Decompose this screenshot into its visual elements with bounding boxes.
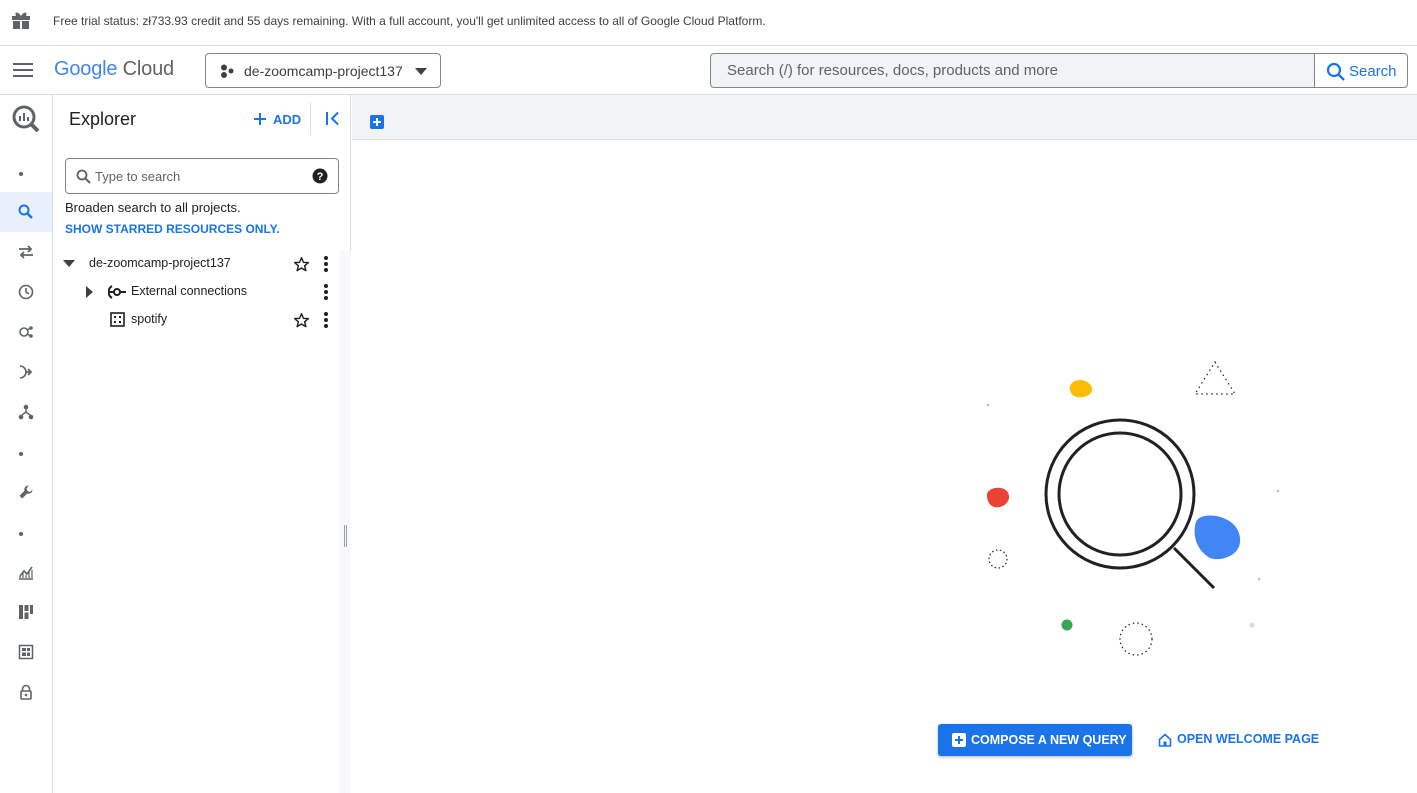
editor-tab-bar (352, 95, 1417, 140)
broaden-search-text: Broaden search to all projects. (65, 200, 241, 215)
tree-row-external-connections[interactable]: External connections (53, 278, 341, 306)
tree-row-spotify-dataset[interactable]: spotify (53, 306, 341, 334)
global-search-input[interactable] (711, 54, 1315, 87)
compose-new-query-button[interactable]: COMPOSE A NEW QUERY (938, 724, 1132, 756)
search-button-label: Search (1349, 63, 1397, 80)
rail-divider-dot (19, 532, 23, 536)
connection-icon (108, 285, 126, 299)
search-icon (1326, 62, 1345, 81)
history-icon[interactable] (0, 272, 52, 312)
external-connections-label: External connections (131, 284, 248, 298)
table-icon[interactable] (0, 632, 52, 672)
add-button[interactable]: ADD (253, 109, 301, 129)
monitoring-icon[interactable] (0, 552, 52, 592)
trial-status-text: Free trial status: zł733.93 credit and 5… (53, 14, 766, 28)
pipelines-icon[interactable] (0, 352, 52, 392)
chevron-down-icon (415, 68, 427, 75)
collapse-panel-icon[interactable] (323, 109, 343, 129)
header-divider (310, 102, 311, 135)
spotify-label: spotify (131, 312, 168, 326)
transfers-icon[interactable] (0, 232, 52, 272)
logo-cloud: Cloud (122, 58, 174, 80)
collapse-triangle-icon[interactable] (63, 260, 75, 268)
dataset-icon (110, 312, 125, 327)
expand-triangle-icon[interactable] (86, 286, 94, 298)
explorer-panel: Explorer ADD ? Broaden search to all pro… (53, 95, 351, 793)
explorer-search-input[interactable] (95, 159, 305, 193)
home-icon (1158, 733, 1172, 747)
project-icon (220, 64, 234, 83)
explorer-search-field[interactable]: ? (65, 158, 339, 194)
rail-divider-dot (19, 452, 23, 456)
search-icon[interactable] (0, 192, 52, 232)
project-label: de-zoomcamp-project137 (89, 256, 231, 270)
more-vert-icon[interactable] (324, 312, 328, 330)
wrench-icon[interactable] (0, 472, 52, 512)
panel-resize-handle[interactable] (344, 525, 347, 547)
global-search-field[interactable] (710, 53, 1315, 88)
search-icon (76, 169, 91, 184)
help-icon[interactable]: ? (312, 168, 328, 184)
google-cloud-logo[interactable]: Google Cloud (54, 58, 174, 81)
project-picker[interactable]: de-zoomcamp-project137 (205, 53, 441, 88)
star-icon[interactable] (293, 256, 310, 273)
more-vert-icon[interactable] (324, 256, 328, 274)
analytics-hub-icon[interactable] (0, 312, 52, 352)
logo-google: Google (54, 58, 118, 80)
project-name: de-zoomcamp-project137 (244, 63, 403, 79)
explorer-title: Explorer (69, 109, 137, 129)
lock-icon[interactable] (0, 672, 52, 712)
product-rail (0, 95, 53, 793)
plus-icon (952, 733, 966, 747)
rail-divider-dot (19, 172, 23, 176)
dashboard-icon[interactable] (0, 592, 52, 632)
tree-row-project[interactable]: de-zoomcamp-project137 (53, 250, 341, 278)
open-welcome-page-label: OPEN WELCOME PAGE (1177, 732, 1320, 746)
compose-new-query-label: COMPOSE A NEW QUERY (971, 733, 1127, 747)
main-menu-icon[interactable] (13, 63, 33, 77)
bigquery-logo-icon[interactable] (0, 99, 52, 139)
top-header: Google Cloud de-zoomcamp-project137 Sear… (0, 46, 1417, 95)
add-button-label: ADD (273, 111, 302, 127)
plus-icon (254, 113, 266, 125)
more-vert-icon[interactable] (324, 284, 328, 302)
workflows-icon[interactable] (0, 392, 52, 432)
show-starred-link[interactable]: SHOW STARRED RESOURCES ONLY. (65, 222, 280, 236)
trial-banner: Free trial status: zł733.93 credit and 5… (0, 0, 1417, 46)
gift-icon (12, 11, 30, 34)
new-tab-icon[interactable] (370, 115, 384, 129)
svg-text:?: ? (317, 171, 324, 183)
search-button[interactable]: Search (1314, 53, 1408, 88)
star-icon[interactable] (293, 312, 310, 329)
magnifier-illustration (986, 360, 1280, 656)
